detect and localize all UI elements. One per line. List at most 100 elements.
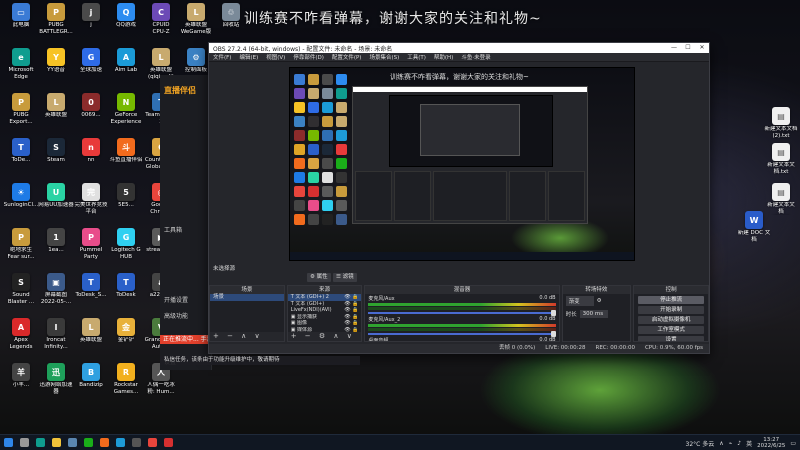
volume-meter <box>368 328 556 331</box>
desktop-icon[interactable]: B Bandizip <box>72 363 110 401</box>
menu-item[interactable]: 配置文件(P) <box>332 53 362 61</box>
desktop-icon[interactable]: S Steam <box>37 138 75 176</box>
volume-slider[interactable] <box>368 310 556 316</box>
desktop-icon[interactable]: AApex Legends <box>2 318 40 356</box>
weather-widget[interactable]: 32°C 多云 <box>686 439 715 448</box>
preview-nested-obs <box>352 86 588 224</box>
preview-app-icon <box>308 158 319 169</box>
live-tool-advanced[interactable]: 高级功能 <box>164 311 188 320</box>
desktop-icon[interactable]: A Aim Lab <box>107 48 145 86</box>
desktop-icon-file[interactable]: W 新建 DOC 文 档 <box>735 211 773 249</box>
live-companion-app[interactable]: 直播伴侣 工具箱 开播设置 高级功能 设置 正在推流中... 手游上分 <box>160 75 212 370</box>
start-icon[interactable] <box>0 435 16 450</box>
steam-icon[interactable] <box>64 435 80 450</box>
netease-icon[interactable] <box>160 435 176 450</box>
desktop-icon[interactable]: I Ironcat Infinity... <box>37 318 75 356</box>
app-icon: T <box>117 273 135 291</box>
menu-item[interactable]: 文件(F) <box>213 53 231 61</box>
clock[interactable]: 13:27 2022/6/25 <box>757 437 785 450</box>
desktop-icon[interactable]: Y YY语音 <box>37 48 75 86</box>
desktop-icon[interactable]: ▭ 此电脑 <box>2 3 40 41</box>
desktop-icon[interactable]: jj <box>72 3 110 41</box>
control-button[interactable]: 开始录制 <box>638 306 704 314</box>
obs-preview[interactable]: 训练赛不咋看弹幕，谢谢大家的关注和礼物~ <box>289 67 635 261</box>
control-button[interactable]: 工作室模式 <box>638 326 704 334</box>
desktop-icon[interactable]: ♲ 回收站 <box>212 3 250 41</box>
explorer-icon[interactable] <box>48 435 64 450</box>
desktop-icon-file[interactable]: ▤ 新建文本文 档.txt <box>762 143 800 181</box>
search-icon[interactable] <box>16 435 32 450</box>
desktop-icon[interactable]: 羊小羊... <box>2 363 40 401</box>
menu-item[interactable]: 视图(V) <box>266 53 285 61</box>
live-tool-toolbox[interactable]: 工具箱 <box>164 225 182 234</box>
desktop-icon[interactable]: S Sound Blaster ... <box>2 273 40 311</box>
desktop-icon[interactable]: 金金铲铲 <box>107 318 145 356</box>
desktop-icon[interactable]: T ToDesk_S... <box>72 273 110 311</box>
chevron-up-icon[interactable]: ∧ <box>719 440 723 447</box>
desktop-icon[interactable]: N GeForce Experience <box>107 93 145 131</box>
desktop-icon[interactable]: G 全球加速 <box>72 48 110 86</box>
desktop-icon[interactable]: P 绝地求生 Fear sur... <box>2 228 40 266</box>
sources-toolbar[interactable]: + − ⚙ ∧ ∨ <box>287 332 362 341</box>
desktop-icon[interactable]: ▣ 屏幕截图 2022-05-... <box>37 273 75 311</box>
desktop-icon[interactable]: P PUBG Export... <box>2 93 40 131</box>
desktop-icon[interactable]: 5 5E5... <box>107 183 145 221</box>
desktop-icon[interactable]: U 网易UU加速器 <box>37 183 75 221</box>
wechat-icon[interactable] <box>80 435 96 450</box>
desktop-icon[interactable]: T ToDesk <box>107 273 145 311</box>
volume-icon[interactable]: ♪ <box>737 440 741 447</box>
duration-input[interactable]: 300 ms <box>579 310 608 318</box>
control-button[interactable]: 启动虚拟摄像机 <box>638 316 704 324</box>
douyu-icon[interactable] <box>96 435 112 450</box>
ime-indicator[interactable]: 英 <box>746 439 752 448</box>
menu-item[interactable]: 帮助(H) <box>434 53 453 61</box>
scenes-toolbar[interactable]: + − ∧ ∨ <box>210 332 284 341</box>
desktop-icon[interactable]: G Logitech G HUB <box>107 228 145 266</box>
obs-window[interactable]: OBS 27.2.4 (64-bit, windows) - 配置文件: 未命名… <box>208 42 710 354</box>
desktop-icon[interactable]: Q QQ游戏 <box>107 3 145 41</box>
desktop-icon[interactable]: L 英雄联盟 WeGame版 <box>177 3 215 41</box>
desktop-icon[interactable]: 斗斗鱼直播伴侣 <box>107 138 145 176</box>
volume-slider[interactable] <box>368 331 556 337</box>
desktop-icon[interactable]: L 英雄联盟 <box>37 93 75 131</box>
obs-icon[interactable] <box>128 435 144 450</box>
transition-type-select[interactable]: 渐变 <box>565 296 594 306</box>
app-icon: P <box>82 228 100 246</box>
desktop-icon-file[interactable]: ▤ 新建文本文档 (2).txt <box>762 107 800 145</box>
desktop-icon[interactable]: C CPUID CPU-Z <box>142 3 180 41</box>
desktop-icon[interactable]: R Rockstar Games... <box>107 363 145 401</box>
desktop-icon[interactable]: 完完美世界竞技 平台 <box>72 183 110 221</box>
desktop-icon[interactable]: P Pummel Party <box>72 228 110 266</box>
close-icon[interactable]: ✕ <box>695 43 709 53</box>
control-button[interactable]: 设置 <box>638 336 704 341</box>
menu-item[interactable]: 工具(T) <box>407 53 426 61</box>
menu-item[interactable]: 停靠部件(D) <box>293 53 324 61</box>
menu-item[interactable]: 场景集合(S) <box>369 53 399 61</box>
minimize-icon[interactable]: — <box>667 43 681 53</box>
control-button[interactable]: 停止推流 <box>638 296 704 304</box>
filters-button[interactable]: ☰ 滤镜 <box>333 273 357 282</box>
desktop-icon[interactable]: n nn <box>72 138 110 176</box>
desktop-icon[interactable]: T ToDe... <box>2 138 40 176</box>
live-tool-settings[interactable]: 开播设置 <box>164 295 188 304</box>
preview-app-icon <box>322 214 333 225</box>
desktop-icon[interactable]: P PUBG BATTLEGR... <box>37 3 75 41</box>
obs-titlebar[interactable]: OBS 27.2.4 (64-bit, windows) - 配置文件: 未命名… <box>209 43 709 53</box>
gear-icon[interactable]: ⚙ <box>597 298 602 304</box>
properties-button[interactable]: ⚙ 属性 <box>307 273 331 282</box>
network-icon[interactable]: ⌁ <box>729 440 733 447</box>
desktop-icon[interactable]: ☀ SunloginCl... <box>2 183 40 221</box>
desktop-icon[interactable]: L 英雄联盟 <box>72 318 110 356</box>
notification-icon[interactable]: ▭ <box>790 440 796 447</box>
scene-item[interactable]: 场景 <box>210 294 284 301</box>
desktop-icon[interactable]: e Microsoft Edge <box>2 48 40 86</box>
menu-item[interactable]: 斗鱼·未登录 <box>461 53 490 61</box>
desktop-icon[interactable]: 迅迅游网络加速 器 <box>37 363 75 401</box>
chrome-icon[interactable] <box>144 435 160 450</box>
maximize-icon[interactable]: ☐ <box>681 43 695 53</box>
menu-item[interactable]: 编辑(E) <box>239 53 258 61</box>
desktop-icon[interactable]: 0 0069... <box>72 93 110 131</box>
qq-icon[interactable] <box>112 435 128 450</box>
desktop-icon[interactable]: 1 1ea... <box>37 228 75 266</box>
edge-icon[interactable] <box>32 435 48 450</box>
